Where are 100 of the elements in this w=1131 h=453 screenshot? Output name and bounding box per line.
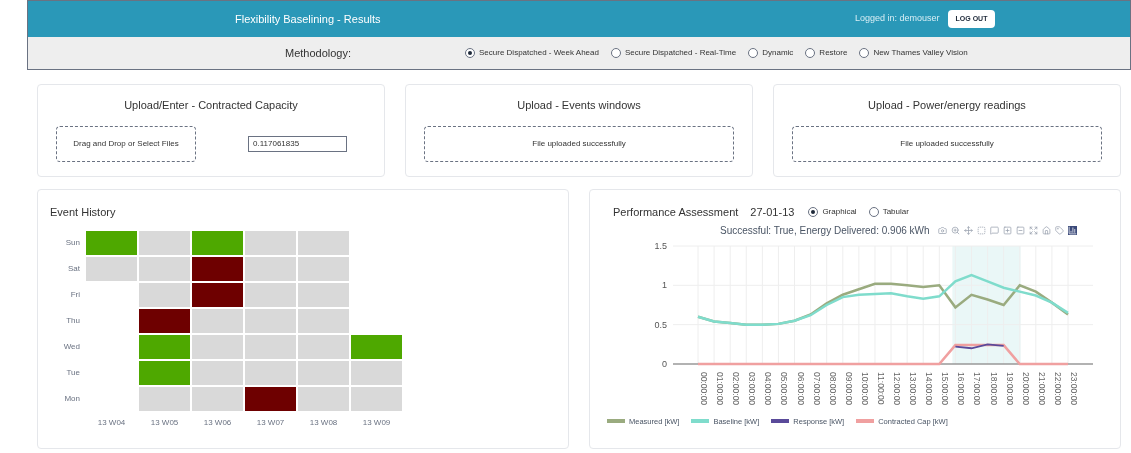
x-tick-label: 20:00:00 [1020,371,1031,405]
heatmap-cell [139,256,190,281]
radio-label[interactable]: Tabular [882,206,909,219]
x-tick-label: 04:00:00 [763,371,774,405]
heatmap-cell [86,230,137,255]
week-label: 13 W08 [308,416,339,429]
card-title: Event History [50,205,117,220]
zoom-out-icon[interactable] [1015,225,1025,235]
move-icon[interactable] [963,225,973,235]
radio-label[interactable]: New Thames Valley Vision [873,47,968,59]
heatmap-cell [298,360,349,385]
heatmap-cell [298,308,349,333]
day-label: Fri [69,288,81,301]
capacity-input[interactable]: 0.117061835 [248,135,347,152]
radio-label[interactable]: Secure Dispatched - Week Ahead [479,47,599,59]
heatmap-cell [298,230,349,255]
expand-icon[interactable] [1028,225,1038,235]
x-tick-label: 05:00:00 [779,371,790,405]
radio-label[interactable]: Secure Dispatched - Real-Time [624,47,737,59]
y-tick-label: 0.5 [654,319,667,330]
heatmap-cell [139,334,190,359]
chart-title: Successful: True, Energy Delivered: 0.906 kWh [720,223,930,238]
zoom-icon[interactable] [950,225,960,235]
heatmap-cell [139,230,190,255]
x-tick-label: 08:00:00 [827,371,838,405]
heatmap-cell [245,282,296,307]
heatmap-cell [351,334,402,359]
card-title: Upload/Enter - Contracted Capacity [124,98,298,113]
radio-label[interactable]: Restore [819,47,848,59]
heatmap-cell [298,256,349,281]
heatmap-cell [86,256,137,281]
day-label: Tue [65,366,81,379]
y-tick-label: 1.5 [654,240,667,251]
x-tick-label: 02:00:00 [731,371,742,405]
heatmap-cell [192,256,243,281]
chart-logo-icon[interactable] [1067,225,1077,235]
x-tick-label: 22:00:00 [1052,371,1063,405]
x-tick-label: 21:00:00 [1036,371,1047,405]
date-label: 27-01-13 [750,205,795,220]
heatmap-cell [245,334,296,359]
radio-button[interactable] [859,48,870,58]
day-label: Sat [67,262,81,275]
week-label: 13 W07 [255,416,286,429]
x-tick-label: 15:00:00 [940,371,951,405]
x-tick-label: 12:00:00 [892,371,903,405]
camera-icon[interactable] [937,225,947,235]
heatmap-cell [245,308,296,333]
heatmap-cell [192,360,243,385]
home-icon[interactable] [1041,225,1051,235]
x-tick-label: 01:00:00 [715,371,726,405]
card-title: Upload - Events windows [517,98,641,113]
heatmap-cell [192,308,243,333]
day-label: Mon [63,392,81,405]
file-dropzone[interactable]: File uploaded successfully [424,125,734,162]
x-tick-label: 17:00:00 [972,371,983,405]
day-label: Thu [65,314,81,327]
y-tick-label: 1 [662,279,667,290]
heatmap-cell [245,256,296,281]
heatmap-cell [298,386,349,411]
selection-icon[interactable] [976,225,986,235]
x-tick-label: 16:00:00 [956,371,967,405]
card-title: Performance Assessment [613,205,739,220]
radio-label[interactable]: Graphical [822,206,857,219]
x-tick-label: 11:00:00 [875,371,886,404]
week-label: 13 W06 [202,416,233,429]
file-dropzone[interactable]: Drag and Drop or Select Files [56,125,196,162]
comment-icon[interactable] [989,225,999,235]
x-tick-label: 06:00:00 [795,371,806,405]
logged-in-label: Logged in: demouser [855,12,940,26]
heatmap-cell [192,282,243,307]
radio-button[interactable] [748,48,759,58]
heatmap-cell [298,282,349,307]
heatmap-cell [351,360,402,385]
radio-button[interactable] [610,48,621,58]
heatmap-cell [245,386,296,411]
heatmap-cell [139,360,190,385]
heatmap-cell [298,334,349,359]
y-tick-label: 0 [662,358,667,369]
radio-label[interactable]: Dynamic [762,47,794,59]
response-line [954,342,1005,349]
radio-button[interactable] [465,48,475,58]
heatmap-cell [351,386,402,411]
card-title: Upload - Power/energy readings [868,98,1026,113]
file-dropzone[interactable]: File uploaded successfully [792,125,1102,162]
x-tick-label: 14:00:00 [924,371,935,405]
radio-button[interactable] [808,207,819,218]
page-title: Flexibility Baselining - Results [235,11,382,27]
x-tick-label: 09:00:00 [843,371,854,405]
heatmap-cell [139,308,190,333]
heatmap-cell [139,282,190,307]
radio-button[interactable] [868,207,879,218]
week-label: 13 W04 [96,416,127,429]
x-tick-label: 03:00:00 [747,371,758,405]
zoom-in-icon[interactable] [1002,225,1012,235]
week-label: 13 W05 [149,416,180,429]
day-label: Sun [64,236,81,249]
x-tick-label: 23:00:00 [1069,371,1079,405]
x-tick-label: 18:00:00 [988,371,999,405]
week-label: 13 W09 [361,416,392,429]
radio-button[interactable] [805,48,816,58]
